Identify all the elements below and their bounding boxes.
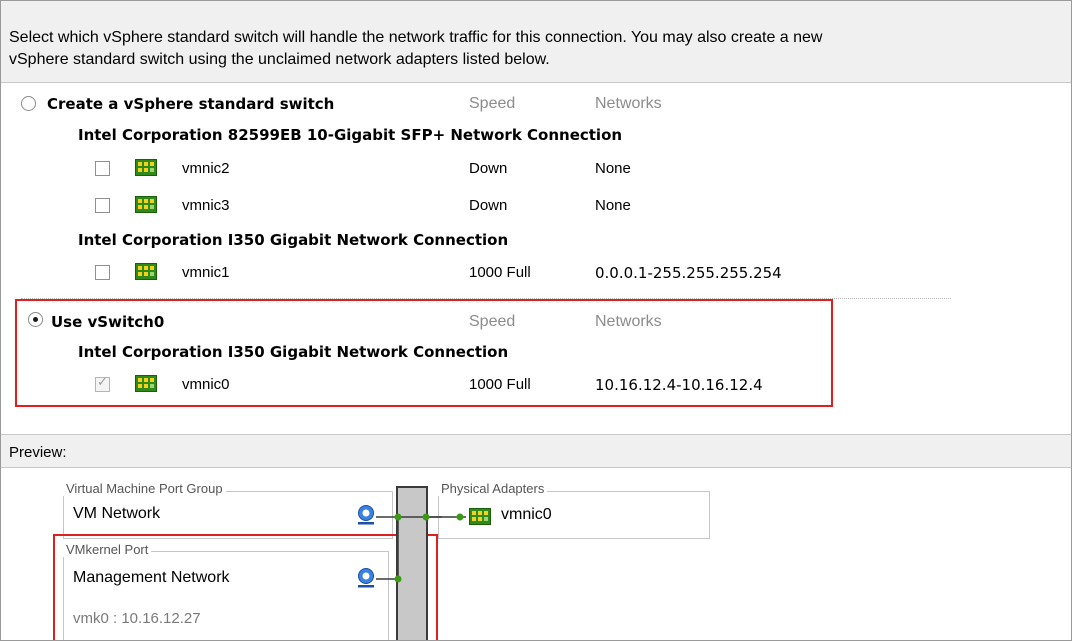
- network-adapter-icon: [135, 196, 157, 213]
- description: Select which vSphere standard switch wil…: [1, 1, 1071, 83]
- physical-adapters-legend: Physical Adapters: [438, 481, 548, 496]
- preview-header: Preview:: [1, 434, 1071, 468]
- nic-name: vmnic3: [182, 197, 230, 214]
- network-port-icon[interactable]: [356, 567, 376, 589]
- nic-networks: None: [595, 197, 631, 214]
- use-vswitch0-label[interactable]: Use vSwitch0: [51, 313, 164, 331]
- nic-speed: Down: [469, 160, 508, 177]
- vmnic0-checkbox[interactable]: ✓: [95, 375, 110, 392]
- radio-selected-dot: [33, 317, 38, 322]
- nic-networks: 10.16.12.4-10.16.12.4: [595, 376, 763, 394]
- network-adapter-icon: [469, 508, 491, 525]
- checkmark-icon: ✓: [97, 375, 108, 390]
- vm-port-group-legend: Virtual Machine Port Group: [63, 481, 226, 496]
- network-adapter-icon: [135, 159, 157, 176]
- adapter-group-title: Intel Corporation 82599EB 10-Gigabit SFP…: [78, 126, 623, 144]
- vmnic1-checkbox[interactable]: [95, 265, 110, 280]
- networks-header: Networks: [595, 313, 662, 330]
- network-adapter-icon: [135, 375, 157, 392]
- nic-speed: 1000 Full: [469, 264, 531, 281]
- description-line-1: Select which vSphere standard switch wil…: [9, 29, 823, 46]
- create-switch-label[interactable]: Create a vSphere standard switch: [47, 95, 334, 113]
- use-vswitch0-radio[interactable]: [28, 312, 43, 327]
- vm-network-name[interactable]: VM Network: [73, 505, 160, 523]
- nic-name: vmnic0: [182, 376, 230, 393]
- description-line-2: vSphere standard switch using the unclai…: [9, 51, 550, 68]
- create-switch-radio[interactable]: [21, 96, 36, 111]
- nic-name: vmnic1: [182, 264, 230, 281]
- nic-speed: 1000 Full: [469, 376, 531, 393]
- speed-header: Speed: [469, 95, 516, 112]
- physical-nic-name[interactable]: vmnic0: [501, 506, 552, 524]
- network-port-icon[interactable]: [356, 504, 376, 526]
- vmnic2-checkbox[interactable]: [95, 161, 110, 176]
- adapter-group-title: Intel Corporation I350 Gigabit Network C…: [78, 343, 509, 361]
- vswitch-selection-panel: Select which vSphere standard switch wil…: [0, 0, 1072, 641]
- networks-header: Networks: [595, 95, 662, 112]
- vmnic3-checkbox[interactable]: [95, 198, 110, 213]
- nic-networks: 0.0.0.1-255.255.255.254: [595, 264, 782, 282]
- adapter-group-title: Intel Corporation I350 Gigabit Network C…: [78, 231, 509, 249]
- nic-networks: None: [595, 160, 631, 177]
- network-adapter-icon: [135, 263, 157, 280]
- nic-name: vmnic2: [182, 160, 230, 177]
- nic-speed: Down: [469, 197, 508, 214]
- speed-header: Speed: [469, 313, 516, 330]
- preview-label: Preview:: [9, 444, 67, 461]
